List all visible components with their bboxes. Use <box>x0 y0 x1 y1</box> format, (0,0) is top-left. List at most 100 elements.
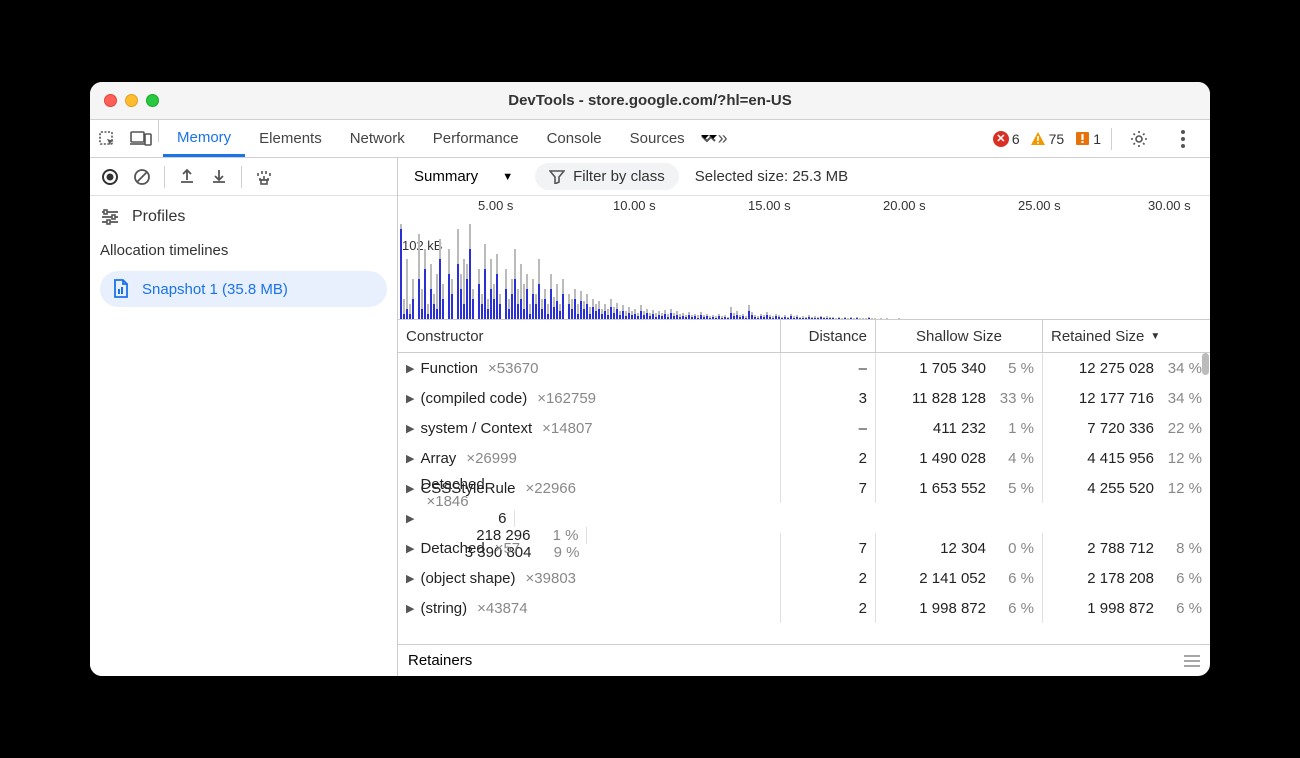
sliders-icon <box>100 208 120 226</box>
tick: 25.00 s <box>1018 198 1061 213</box>
cell-retained: 4 255 52012 % <box>1043 473 1210 503</box>
expand-icon[interactable]: ▶ <box>406 572 414 585</box>
minimize-window-button[interactable] <box>125 94 138 107</box>
tick: 20.00 s <box>883 198 926 213</box>
retainers-label: Retainers <box>408 652 472 669</box>
timeline[interactable]: 5.00 s 10.00 s 15.00 s 20.00 s 25.00 s 3… <box>398 196 1210 320</box>
profiles-header[interactable]: Profiles <box>90 196 397 238</box>
close-window-button[interactable] <box>104 94 117 107</box>
tick: 5.00 s <box>478 198 513 213</box>
issues-badge[interactable]: 1 <box>1074 131 1101 147</box>
chevron-down-icon: ▼ <box>502 171 513 183</box>
clear-button[interactable] <box>130 165 154 189</box>
file-icon <box>112 279 130 299</box>
expand-icon[interactable]: ▶ <box>406 602 414 615</box>
constructors-table: Constructor Distance Shallow Size Retain… <box>398 320 1210 644</box>
main: Profiles Allocation timelines Snapshot 1… <box>90 158 1210 676</box>
filter-placeholder: Filter by class <box>573 168 665 185</box>
gc-button[interactable] <box>252 165 276 189</box>
export-button[interactable] <box>175 165 199 189</box>
cell-constructor: ▶(object shape)×39803 <box>398 563 781 593</box>
table-body: ▶Function×53670–1 705 3405 %12 275 02834… <box>398 353 1210 623</box>
retainers-panel[interactable]: Retainers <box>398 644 1210 676</box>
traffic-lights <box>104 94 159 107</box>
tab-performance[interactable]: Performance <box>419 120 533 157</box>
cell-shallow: 1 998 8726 % <box>876 593 1043 623</box>
table-row[interactable]: ▶system / Context×14807–411 2321 %7 720 … <box>398 413 1210 443</box>
snapshot-item[interactable]: Snapshot 1 (35.8 MB) <box>100 271 387 307</box>
scrollbar-thumb[interactable] <box>1202 353 1209 375</box>
left-panel: Profiles Allocation timelines Snapshot 1… <box>90 158 398 676</box>
tab-memory[interactable]: Memory <box>163 120 245 157</box>
tab-network[interactable]: Network <box>336 120 419 157</box>
cell-retained: 12 177 71634 % <box>1043 383 1210 413</box>
table-row[interactable]: ▶Detached ×57712 3040 %2 788 7128 % <box>398 533 1210 563</box>
cell-shallow: 1 705 3405 % <box>876 353 1043 383</box>
table-header: Constructor Distance Shallow Size Retain… <box>398 320 1210 353</box>
tabbar: Memory Elements Network Performance Cons… <box>90 120 1210 158</box>
table-row[interactable]: ▶Detached ×18466218 2961 %3 390 8049 % <box>398 503 1210 533</box>
expand-icon[interactable]: ▶ <box>406 422 414 435</box>
tab-sources[interactable]: Sources <box>616 120 699 157</box>
device-toggle-icon[interactable] <box>124 120 158 157</box>
expand-icon[interactable]: ▶ <box>406 512 414 525</box>
separator <box>164 166 165 188</box>
sort-desc-icon: ▼ <box>1150 331 1160 342</box>
cell-constructor: ▶Detached ×57 <box>398 533 781 563</box>
inspect-icon[interactable] <box>90 120 124 157</box>
header-retained[interactable]: Retained Size ▼ <box>1043 320 1210 352</box>
cell-constructor: ▶system / Context×14807 <box>398 413 781 443</box>
more-tabs-icon[interactable]: » <box>699 120 729 157</box>
header-distance[interactable]: Distance <box>781 320 876 352</box>
record-button[interactable] <box>98 165 122 189</box>
import-button[interactable] <box>207 165 231 189</box>
maximize-window-button[interactable] <box>146 94 159 107</box>
cell-constructor: ▶Detached ×18466218 2961 %3 390 8049 % <box>398 503 1210 533</box>
cell-retained: 2 788 7128 % <box>1043 533 1210 563</box>
right-panel: Summary ▼ Filter by class Selected size:… <box>398 158 1210 676</box>
cell-constructor: ▶Array×26999 <box>398 443 781 473</box>
expand-icon[interactable]: ▶ <box>406 452 414 465</box>
cell-shallow: 1 653 5525 % <box>876 473 1043 503</box>
tick: 30.00 s <box>1148 198 1191 213</box>
menu-icon[interactable] <box>1184 655 1200 667</box>
table-row[interactable]: ▶(string)×4387421 998 8726 %1 998 8726 % <box>398 593 1210 623</box>
warnings-badge[interactable]: 75 <box>1030 131 1065 147</box>
cell-constructor: ▶(compiled code)×162759 <box>398 383 781 413</box>
table-row[interactable]: ▶(object shape)×3980322 141 0526 %2 178 … <box>398 563 1210 593</box>
scrollbar[interactable] <box>1200 353 1210 644</box>
cell-shallow: 411 2321 % <box>876 413 1043 443</box>
titlebar: DevTools - store.google.com/?hl=en-US <box>90 82 1210 120</box>
view-label: Summary <box>414 168 478 185</box>
settings-icon[interactable] <box>1122 129 1156 149</box>
tab-console[interactable]: Console <box>533 120 616 157</box>
kebab-menu-icon[interactable] <box>1166 130 1200 148</box>
view-dropdown[interactable]: Summary ▼ <box>408 164 519 189</box>
expand-icon[interactable]: ▶ <box>406 362 414 375</box>
cell-retained: 7 720 33622 % <box>1043 413 1210 443</box>
window-title: DevTools - store.google.com/?hl=en-US <box>90 92 1210 109</box>
cell-retained: 2 178 2086 % <box>1043 563 1210 593</box>
errors-badge[interactable]: ✕ 6 <box>993 131 1020 147</box>
cell-constructor: ▶(string)×43874 <box>398 593 781 623</box>
header-shallow[interactable]: Shallow Size <box>876 320 1043 352</box>
cell-distance: 7 <box>781 473 876 503</box>
cell-distance: 2 <box>781 563 876 593</box>
cell-retained: 1 998 8726 % <box>1043 593 1210 623</box>
cell-distance: 3 <box>781 383 876 413</box>
expand-icon[interactable]: ▶ <box>406 482 414 495</box>
cell-distance: 7 <box>781 533 876 563</box>
tab-elements[interactable]: Elements <box>245 120 336 157</box>
filter-input[interactable]: Filter by class <box>535 163 679 190</box>
expand-icon[interactable]: ▶ <box>406 542 414 555</box>
header-constructor[interactable]: Constructor <box>398 320 781 352</box>
warnings-count: 75 <box>1049 131 1065 147</box>
left-toolbar <box>90 158 397 196</box>
selected-size: Selected size: 25.3 MB <box>695 168 848 185</box>
profiles-label: Profiles <box>132 208 185 226</box>
tick: 10.00 s <box>613 198 656 213</box>
table-row[interactable]: ▶(compiled code)×162759311 828 12833 %12… <box>398 383 1210 413</box>
expand-icon[interactable]: ▶ <box>406 392 414 405</box>
table-row[interactable]: ▶Function×53670–1 705 3405 %12 275 02834… <box>398 353 1210 383</box>
table-row[interactable]: ▶Array×2699921 490 0284 %4 415 95612 % <box>398 443 1210 473</box>
